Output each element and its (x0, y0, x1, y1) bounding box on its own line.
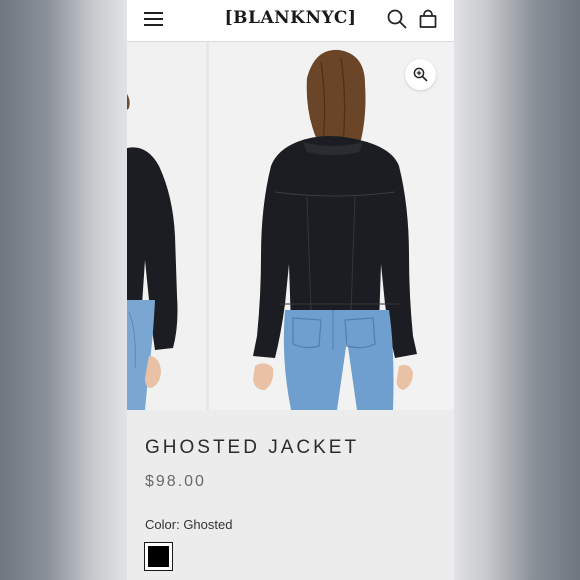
product-image-gallery[interactable] (127, 42, 454, 410)
shopping-bag-icon[interactable] (417, 8, 439, 30)
color-label-text: Color: (145, 517, 180, 532)
header-bar: [BLANKNYC] (127, 0, 454, 42)
swatch-fill (148, 546, 169, 567)
color-value: Ghosted (183, 517, 233, 532)
product-image-back-view[interactable] (209, 42, 454, 410)
product-price: $98.00 (145, 473, 206, 490)
search-icon[interactable] (386, 8, 408, 30)
product-image-side-view[interactable] (127, 42, 206, 410)
color-swatch-ghosted[interactable] (144, 542, 173, 571)
zoom-in-icon[interactable] (405, 59, 436, 90)
product-title: GHOSTED JACKET (145, 437, 360, 458)
color-label: Color: Ghosted (145, 517, 232, 532)
phone-screen: [BLANKNYC] GHOSTED JACKET $98.00 Color: … (127, 0, 454, 580)
